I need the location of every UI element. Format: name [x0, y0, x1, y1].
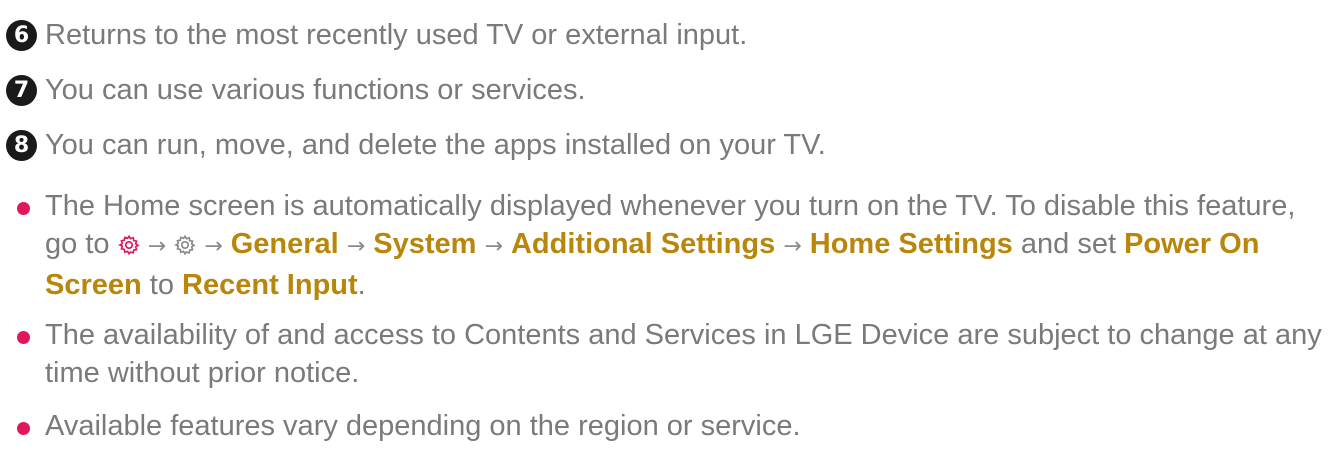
note-to-text: to — [149, 269, 174, 301]
arrow-right-icon: → — [147, 234, 167, 259]
numbered-item-text: You can run, move, and delete the apps i… — [45, 129, 826, 161]
menu-path-home-settings: Home Settings — [809, 228, 1013, 260]
arrow-right-icon: → — [204, 234, 223, 259]
settings-gear-icon — [117, 228, 140, 266]
bullet-dot-icon — [17, 331, 30, 344]
note-features: Available features vary depending on the… — [17, 407, 1335, 445]
numbered-item-7: 7 You can use various functions or servi… — [6, 71, 586, 109]
arrow-right-icon: → — [484, 234, 503, 259]
note-home-screen: The Home screen is automatically display… — [17, 187, 1335, 304]
numbered-item-8: 8 You can run, move, and delete the apps… — [6, 126, 826, 164]
note-availability: The availability of and access to Conten… — [17, 316, 1335, 392]
numbered-item-6: 6 Returns to the most recently used TV o… — [6, 16, 747, 54]
value-recent-input: Recent Input — [182, 269, 358, 301]
menu-path-general: General — [230, 228, 339, 260]
note-and-text: and — [1020, 228, 1070, 260]
menu-path-system: System — [373, 228, 477, 260]
settings-gear-icon — [174, 228, 196, 266]
bullet-dot-icon — [17, 202, 30, 215]
menu-path-additional-settings: Additional Settings — [510, 228, 776, 260]
note-period: . — [357, 269, 366, 301]
note-availability-text: The availability of and access to Conten… — [45, 319, 1322, 389]
arrow-right-icon: → — [783, 234, 802, 259]
bullet-dot-icon — [17, 422, 30, 435]
note-features-text: Available features vary depending on the… — [45, 410, 801, 442]
numbered-item-text: You can use various functions or service… — [45, 74, 586, 106]
arrow-right-icon: → — [346, 234, 366, 259]
numbered-item-text: Returns to the most recently used TV or … — [45, 19, 748, 51]
number-badge-7-icon: 7 — [6, 74, 37, 106]
number-badge-8-icon: 8 — [6, 129, 37, 161]
number-badge-6-icon: 6 — [6, 19, 37, 51]
note-set-text: set — [1077, 228, 1116, 260]
